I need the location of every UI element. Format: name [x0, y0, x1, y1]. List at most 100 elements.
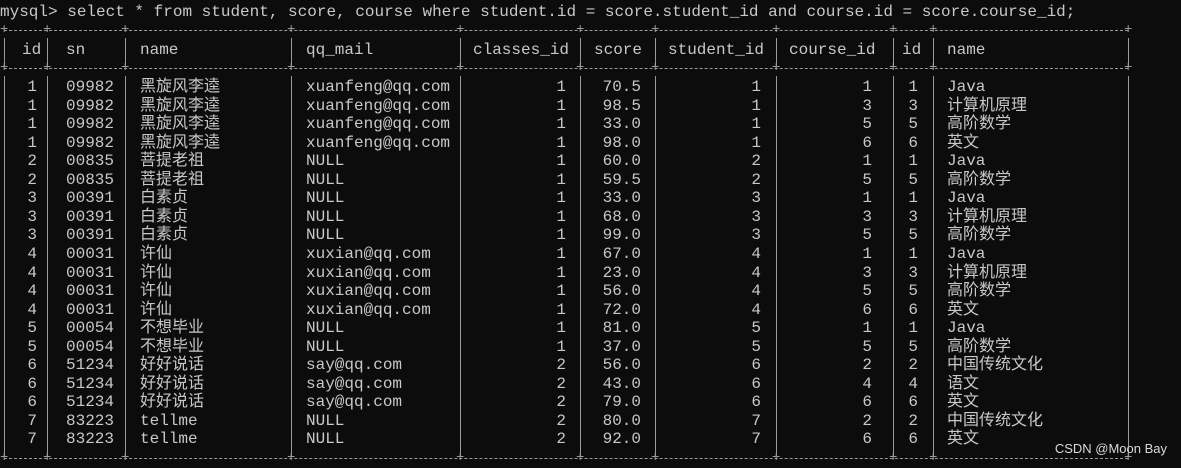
table-cell: 5 [862, 170, 872, 189]
table-cell: 5 [862, 226, 872, 245]
watermark: CSDN @Moon Bay [1054, 441, 1167, 456]
table-cell: 6 [908, 300, 918, 319]
table-cell: xuanfeng@qq.com [306, 133, 451, 152]
table-cell: 计算机原理 [947, 263, 1028, 282]
table-cell: 1 [27, 133, 37, 152]
table-cell: Java [947, 244, 986, 263]
table-cell: NULL [306, 430, 345, 449]
table-cell: 3 [908, 96, 918, 115]
table-cell: 1 [556, 96, 566, 115]
table-corner: + [651, 22, 660, 38]
table-cell: Java [947, 78, 986, 96]
table-cell: 1 [556, 170, 566, 189]
table-cell: 2 [556, 411, 566, 430]
table-cell: 3 [908, 263, 918, 282]
table-cell: 51234 [66, 374, 115, 393]
table-cell: 1 [908, 152, 918, 171]
table-cell: NULL [306, 226, 345, 245]
table-cell: 1 [556, 244, 566, 263]
table-cell: 1 [556, 263, 566, 282]
table-cell: 4 [751, 300, 761, 319]
table-cell: 1 [908, 244, 918, 263]
table-cell: 黑旋风李逵 [140, 78, 221, 96]
table-cell: 菩提老祖 [140, 170, 205, 189]
prompt: mysql> [0, 3, 58, 21]
table-cell: 5 [27, 319, 37, 338]
table-cell: 92.0 [602, 430, 641, 449]
table-cell: 3 [751, 207, 761, 226]
column-header: score [594, 41, 643, 59]
table-cell: 7 [751, 430, 761, 449]
table-cell: 1 [862, 319, 872, 338]
table-cell: 4 [27, 244, 37, 263]
column-header: course_id [789, 41, 876, 59]
table-cell: 72.0 [602, 300, 641, 319]
table-cell: 70.5 [602, 78, 641, 96]
table-cell: 黑旋风李逵 [140, 115, 221, 134]
column-header: id [22, 41, 42, 59]
table-cell: 2 [556, 374, 566, 393]
table-cell: xuxian@qq.com [306, 300, 431, 319]
column-separator [460, 38, 461, 66]
table-cell: 23.0 [602, 263, 641, 282]
table-cell: 高阶数学 [947, 115, 1012, 134]
table-cell: 英文 [947, 300, 980, 319]
table-cell: 1 [908, 78, 918, 96]
table-cell: 6 [908, 393, 918, 412]
table-cell: 白素贞 [140, 189, 189, 208]
table-cell: 5 [751, 337, 761, 356]
table-cell: 6 [27, 374, 37, 393]
table-cell: 6 [862, 300, 872, 319]
table-cell: 5 [862, 282, 872, 301]
table-cell: 许仙 [140, 300, 173, 319]
table-cell: 1 [908, 189, 918, 208]
column-header: name [947, 41, 986, 59]
table-cell: 4 [27, 300, 37, 319]
table-cell: 1 [556, 300, 566, 319]
column-header: classes_id [473, 41, 570, 59]
table-cell: 4 [27, 282, 37, 301]
table-cell: 33.0 [602, 115, 641, 134]
table-cell: tellme [140, 430, 198, 449]
table-cell: 6 [751, 374, 761, 393]
table-cell: 1 [556, 152, 566, 171]
table-cell: 09982 [66, 96, 115, 115]
table-cell: 6 [908, 430, 918, 449]
table-cell: 4 [27, 263, 37, 282]
table-cell: 6 [751, 356, 761, 375]
table-cell: 00054 [66, 319, 115, 338]
column-separator [291, 76, 292, 456]
table-cell: NULL [306, 411, 345, 430]
table-cell: 1 [556, 337, 566, 356]
table-cell: 7 [27, 411, 37, 430]
table-cell: Java [947, 152, 986, 171]
table-cell: 5 [908, 337, 918, 356]
table-cell: 98.5 [602, 96, 641, 115]
table-cell: 51234 [66, 393, 115, 412]
table-cell: 计算机原理 [947, 96, 1028, 115]
table-corner: + [929, 22, 938, 38]
column-separator [291, 38, 292, 66]
table-cell: 许仙 [140, 282, 173, 301]
table-cell: 5 [908, 282, 918, 301]
table-cell: 00391 [66, 207, 115, 226]
terminal-window[interactable]: mysql> select * from student, score, cou… [0, 0, 1181, 468]
table-cell: 1 [862, 244, 872, 263]
table-cell: 6 [751, 393, 761, 412]
table-cell: 高阶数学 [947, 337, 1012, 356]
table-cell: 5 [908, 115, 918, 134]
column-separator [4, 76, 5, 456]
table-cell: 2 [27, 170, 37, 189]
table-cell: 67.0 [602, 244, 641, 263]
column-separator [125, 38, 126, 66]
table-cell: 68.0 [602, 207, 641, 226]
table-cell: 2 [908, 411, 918, 430]
table-cell: 5 [908, 226, 918, 245]
table-cell: 1 [556, 207, 566, 226]
column-separator [655, 76, 656, 456]
table-cell: 2 [27, 152, 37, 171]
column-separator [893, 76, 894, 456]
column-separator [1128, 38, 1129, 66]
table-cell: 1 [556, 189, 566, 208]
column-header: student_id [668, 41, 765, 59]
